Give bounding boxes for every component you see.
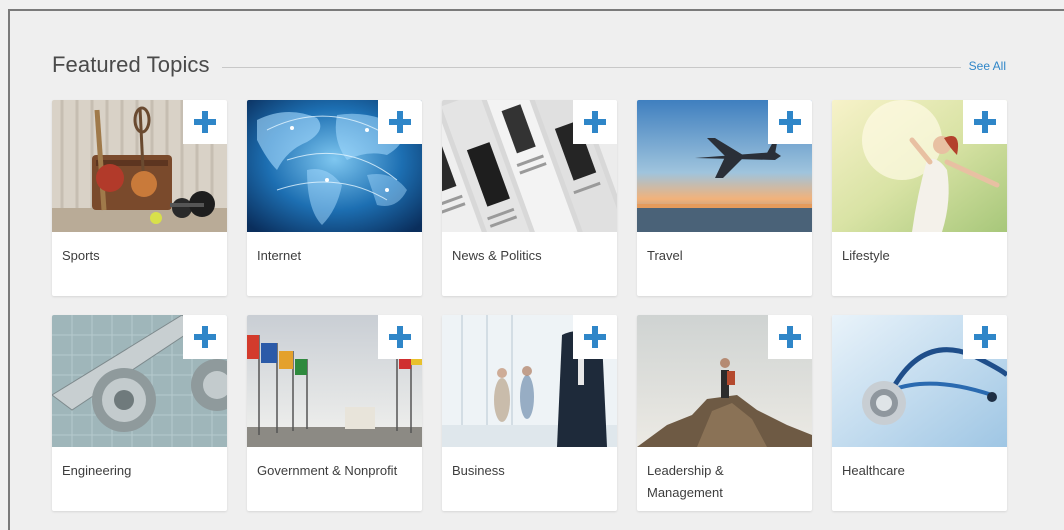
header-divider — [221, 66, 961, 68]
add-topic-button[interactable] — [378, 315, 422, 359]
topic-card-leadership-management[interactable]: Leadership & Management — [637, 315, 812, 511]
plus-icon — [584, 326, 606, 348]
topic-image-lifestyle — [832, 100, 1007, 232]
add-topic-button[interactable] — [963, 100, 1007, 144]
topic-image-business — [442, 315, 617, 447]
add-topic-button[interactable] — [378, 100, 422, 144]
add-topic-button[interactable] — [768, 100, 812, 144]
plus-icon — [779, 326, 801, 348]
topic-card-internet[interactable]: Internet — [247, 100, 422, 296]
add-topic-button[interactable] — [183, 315, 227, 359]
topic-image-news-politics — [442, 100, 617, 232]
plus-icon — [584, 111, 606, 133]
topic-label: Travel — [647, 248, 683, 263]
see-all-link[interactable]: See All — [969, 59, 1006, 73]
add-topic-button[interactable] — [183, 100, 227, 144]
section-header: Featured Topics See All — [52, 49, 1006, 81]
topic-card-travel[interactable]: Travel — [637, 100, 812, 296]
topic-label: Healthcare — [842, 463, 905, 478]
topic-card-business[interactable]: Business — [442, 315, 617, 511]
topic-card-healthcare[interactable]: Healthcare — [832, 315, 1007, 511]
topic-label: Leadership & Management — [647, 463, 724, 500]
topic-label: Lifestyle — [842, 248, 890, 263]
plus-icon — [389, 326, 411, 348]
topic-label: Government & Nonprofit — [257, 463, 398, 478]
topic-image-government-nonprofit — [247, 315, 422, 447]
topic-label: Sports — [62, 248, 100, 263]
topic-label: Business — [452, 463, 505, 478]
plus-icon — [389, 111, 411, 133]
add-topic-button[interactable] — [573, 315, 617, 359]
topic-card-news-politics[interactable]: News & Politics — [442, 100, 617, 296]
topic-card-lifestyle[interactable]: Lifestyle — [832, 100, 1007, 296]
plus-icon — [779, 111, 801, 133]
topic-image-travel — [637, 100, 812, 232]
topic-image-internet — [247, 100, 422, 232]
plus-icon — [194, 326, 216, 348]
topic-image-leadership-management — [637, 315, 812, 447]
topic-image-sports — [52, 100, 227, 232]
topics-grid: Sports Internet News & Politics Travel L… — [52, 100, 1007, 511]
topic-card-sports[interactable]: Sports — [52, 100, 227, 296]
topic-label: Internet — [257, 248, 302, 263]
add-topic-button[interactable] — [768, 315, 812, 359]
section-title: Featured Topics — [52, 52, 210, 77]
topic-card-government-nonprofit[interactable]: Government & Nonprofit — [247, 315, 422, 511]
topic-label: News & Politics — [452, 248, 542, 263]
topic-label: Engineering — [62, 463, 132, 478]
topic-card-engineering[interactable]: Engineering — [52, 315, 227, 511]
topic-image-engineering — [52, 315, 227, 447]
add-topic-button[interactable] — [963, 315, 1007, 359]
plus-icon — [974, 326, 996, 348]
add-topic-button[interactable] — [573, 100, 617, 144]
topic-image-healthcare — [832, 315, 1007, 447]
featured-topics-panel: Featured Topics See All Sports Internet … — [8, 9, 1064, 530]
plus-icon — [194, 111, 216, 133]
plus-icon — [974, 111, 996, 133]
